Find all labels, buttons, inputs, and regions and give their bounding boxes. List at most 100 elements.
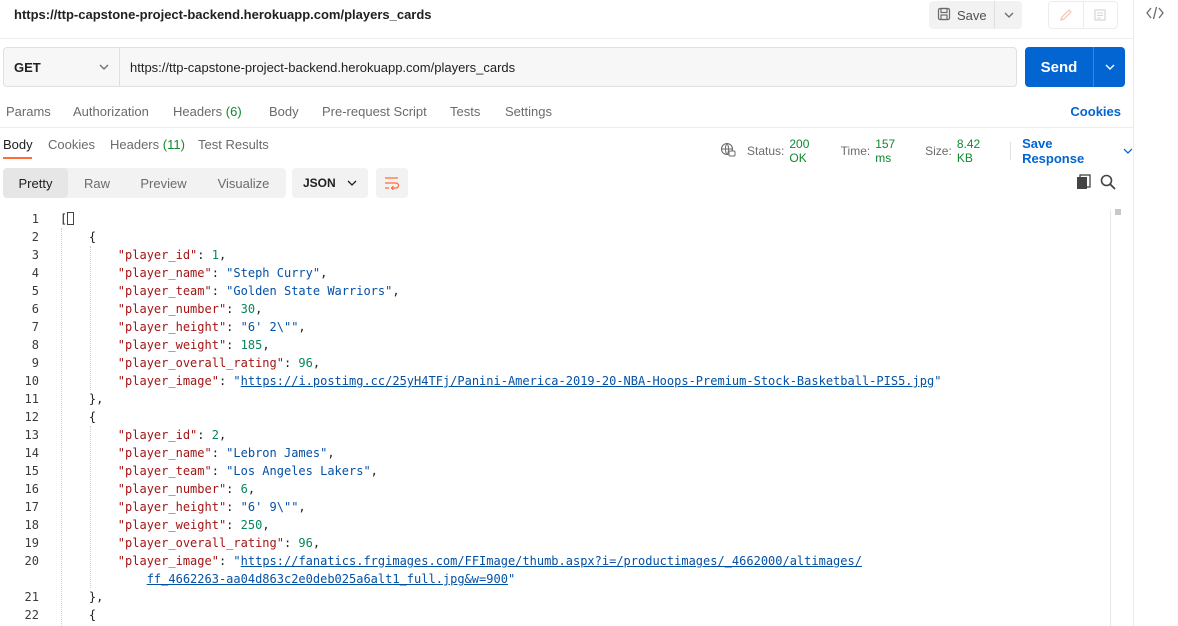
json-value: "6' 9\"" (240, 500, 299, 514)
pencil-icon (1059, 9, 1072, 21)
json-value: 1 (211, 248, 219, 262)
divider (0, 127, 1133, 128)
json-key: "player_team" (117, 464, 212, 478)
tab-headers[interactable]: Headers (6) (173, 104, 242, 119)
wrap-icon (385, 177, 400, 190)
tab-response-body[interactable]: Body (3, 137, 33, 152)
line-number: 11 (24, 392, 39, 406)
tab-tests[interactable]: Tests (450, 104, 480, 119)
tab-response-headers[interactable]: Headers (11) (110, 137, 185, 152)
json-url-link[interactable]: https://i.postimg.cc/25yH4TFj/Panini-Ame… (241, 374, 935, 388)
status-label: Status: (747, 144, 785, 158)
json-value: "6' 2\"" (240, 320, 299, 334)
json-key: "player_image" (117, 374, 219, 388)
json-key: "player_image" (117, 554, 219, 568)
send-button[interactable]: Send (1025, 47, 1094, 87)
view-visualize[interactable]: Visualize (201, 168, 286, 198)
tab-authorization[interactable]: Authorization (73, 104, 149, 119)
json-key: "player_team" (117, 284, 212, 298)
time-value[interactable]: 157 ms (875, 137, 914, 165)
request-tabs: Params Authorization Headers (6) Body Pr… (0, 101, 1133, 125)
line-number: 14 (24, 446, 39, 460)
tab-params[interactable]: Params (6, 104, 51, 119)
format-label: JSON (303, 176, 336, 190)
send-button-group: Send (1025, 47, 1125, 87)
divider (1010, 142, 1012, 160)
send-options-button[interactable] (1094, 47, 1125, 87)
json-value: 6 (240, 482, 248, 496)
format-select[interactable]: JSON (292, 168, 368, 198)
json-key: "player_id" (117, 428, 198, 442)
right-sidebar-divider (1133, 0, 1134, 626)
tab-test-results[interactable]: Test Results (198, 137, 269, 152)
code-snippet-button[interactable] (1146, 5, 1168, 23)
json-key: "player_overall_rating" (117, 356, 284, 370)
json-value: "Los Angeles Lakers" (226, 464, 371, 478)
globe-icon[interactable] (720, 142, 736, 161)
line-number: 1 (31, 212, 39, 226)
size-label: Size: (925, 144, 952, 158)
json-key: "player_id" (117, 248, 198, 262)
json-value: "Lebron James" (226, 446, 328, 460)
json-value: 96 (298, 356, 313, 370)
json-value: 2 (211, 428, 219, 442)
editor-scrollbar-thumb[interactable] (1115, 209, 1121, 215)
request-header: https://ttp-capstone-project-backend.her… (0, 0, 1133, 30)
line-number: 19 (24, 536, 39, 550)
line-number: 16 (24, 482, 39, 496)
documentation-button[interactable] (1082, 2, 1118, 28)
url-input[interactable] (120, 48, 1016, 86)
line-number: 17 (24, 500, 39, 514)
edit-docs-group (1048, 1, 1118, 29)
line-number: 4 (31, 266, 39, 280)
line-number: 9 (31, 356, 39, 370)
tab-response-cookies[interactable]: Cookies (48, 137, 95, 152)
json-value: "Golden State Warriors" (226, 284, 393, 298)
json-value: 250 (240, 518, 263, 532)
status-value[interactable]: 200 OK (789, 137, 829, 165)
tab-prerequest-script[interactable]: Pre-request Script (322, 104, 427, 119)
view-raw[interactable]: Raw (68, 168, 126, 198)
search-icon[interactable] (1100, 174, 1116, 190)
chevron-down-icon (347, 180, 357, 186)
line-number: 8 (31, 338, 39, 352)
view-pretty[interactable]: Pretty (3, 168, 68, 198)
chevron-down-icon (1123, 148, 1133, 154)
tab-headers-label: Headers (173, 104, 223, 119)
size-value[interactable]: 8.42 KB (957, 137, 999, 165)
edit-button[interactable] (1049, 2, 1083, 28)
headers-count: (6) (225, 104, 242, 119)
line-number: 6 (31, 302, 39, 316)
response-tabs: Body Cookies Headers (11) Test Results S… (0, 134, 1133, 166)
line-number: 2 (31, 230, 39, 244)
json-key: "player_weight" (117, 338, 227, 352)
view-preview[interactable]: Preview (126, 168, 201, 198)
json-key: "player_overall_rating" (117, 536, 284, 550)
response-body-editor[interactable]: 1[ 2 { 3 "player_id": 1, 4 "player_name"… (0, 210, 1110, 626)
save-options-button[interactable] (995, 1, 1022, 29)
chevron-down-icon (1004, 12, 1013, 18)
editor-scrollbar-track[interactable] (1110, 210, 1111, 626)
json-value: "Steph Curry" (226, 266, 321, 280)
line-number: 13 (24, 428, 39, 442)
copy-icon[interactable] (1076, 174, 1092, 190)
method-select[interactable]: GET (4, 48, 120, 86)
json-url-link[interactable]: https://fanatics.frgimages.com/FFImage/t… (241, 554, 862, 568)
wrap-lines-button[interactable] (376, 168, 408, 198)
save-response-label: Save Response (1022, 136, 1085, 166)
tab-response-headers-label: Headers (110, 137, 160, 152)
method-label: GET (14, 59, 41, 75)
save-button[interactable]: Save (929, 1, 995, 29)
line-number: 22 (24, 608, 39, 622)
cookies-link[interactable]: Cookies (1070, 104, 1121, 119)
request-title[interactable]: https://ttp-capstone-project-backend.her… (14, 7, 432, 22)
document-icon (1094, 9, 1106, 21)
json-key: "player_name" (117, 266, 212, 280)
line-number: 20 (24, 554, 39, 568)
json-url-link-continued[interactable]: ff_4662263-aa04d863c2e0deb025a6alt1_full… (147, 572, 508, 586)
chevron-down-icon (99, 64, 109, 70)
save-response-button[interactable]: Save Response (1022, 136, 1133, 166)
tab-settings[interactable]: Settings (505, 104, 552, 119)
tab-body[interactable]: Body (269, 104, 299, 119)
line-number: 15 (24, 464, 39, 478)
